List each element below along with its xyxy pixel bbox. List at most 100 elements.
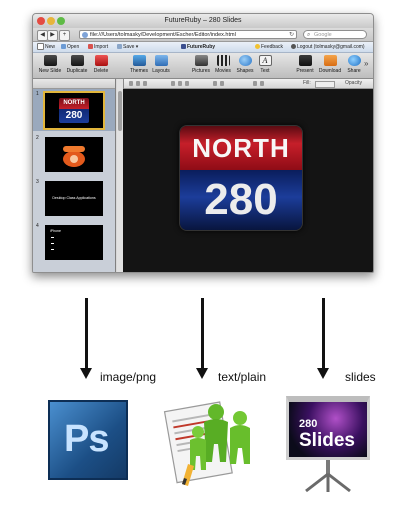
bullet — [51, 237, 54, 238]
menu-feedback-label: Feedback — [261, 44, 283, 50]
user-icon — [291, 44, 296, 50]
text-color-icon[interactable] — [220, 81, 224, 86]
url-text: file:///Users/tolmasky/Development/Esche… — [90, 32, 236, 38]
format-bar: Fill: Opacity — [123, 79, 373, 89]
add-bookmark-button[interactable]: + — [59, 30, 70, 41]
280-slides-app-icon: 280 Slides — [278, 394, 378, 494]
new-document-icon — [37, 43, 44, 51]
share-icon — [347, 55, 361, 66]
text-icon: A — [258, 55, 272, 66]
close-button[interactable] — [37, 17, 45, 25]
north-280-logo: NORTH 280 — [59, 98, 89, 123]
toolbar-overflow-icon[interactable]: » — [364, 59, 368, 68]
film-icon — [216, 55, 230, 66]
screen-stand-icon — [305, 460, 351, 493]
layouts-icon — [154, 55, 168, 66]
address-bar[interactable]: file:///Users/tolmasky/Development/Esche… — [79, 30, 297, 39]
align-right-icon[interactable] — [143, 81, 147, 86]
menu-save-label: Save ▾ — [123, 44, 139, 50]
app-menu-bar: New Open Import Save ▾ FutureRuby Feedba… — [33, 42, 373, 53]
duplicate-icon — [70, 55, 84, 66]
slide-canvas[interactable]: NORTH 280 — [123, 89, 373, 272]
menu-import[interactable]: Import — [88, 42, 108, 52]
shapes-icon — [238, 55, 252, 66]
align-center-icon[interactable] — [136, 81, 140, 86]
navigator-header — [33, 79, 115, 89]
brand-icon — [181, 44, 186, 50]
camera-icon — [194, 55, 208, 66]
thumb-title: Desktop Class Applications — [52, 196, 96, 200]
zoom-button[interactable] — [57, 17, 65, 25]
indent-icon[interactable] — [260, 81, 264, 86]
text-button[interactable]: A Text — [251, 55, 279, 74]
present-label: Present — [296, 68, 314, 74]
menu-feedback[interactable]: Feedback — [255, 42, 283, 52]
output-label-slides: slides — [345, 370, 376, 384]
new-slide-button[interactable]: New Slide — [36, 55, 64, 74]
align-left-icon[interactable] — [129, 81, 133, 86]
download-icon — [323, 55, 337, 66]
slide-preview: Desktop Class Applications — [45, 181, 103, 216]
font-size-icon[interactable] — [213, 81, 217, 86]
slide-preview: iPhone — [45, 225, 103, 260]
slide-thumbnail-4[interactable]: 4 iPhone — [33, 221, 115, 263]
delete-label: Delete — [93, 68, 109, 74]
menu-logout-label: Logout (tolmasky@gmail.com) — [297, 44, 365, 50]
slide-thumbnail-2[interactable]: 2 — [33, 133, 115, 175]
forward-button[interactable]: ▶ — [47, 30, 58, 41]
present-button[interactable]: Present — [291, 55, 319, 74]
layouts-button[interactable]: Layouts — [147, 55, 175, 74]
scroll-knob[interactable] — [118, 91, 122, 131]
fill-label: Fill: — [303, 80, 311, 86]
slide-thumbnail-1[interactable]: 1 NORTH 280 — [33, 89, 115, 131]
import-icon — [88, 44, 93, 50]
output-label-text: text/plain — [218, 370, 267, 384]
bold-icon[interactable] — [171, 81, 175, 86]
menu-open[interactable]: Open — [61, 42, 79, 52]
arrow-shaft-text — [201, 298, 204, 368]
back-arrow-icon: ◀ — [40, 32, 45, 38]
text-document-people-icon — [163, 401, 250, 486]
bullet — [51, 243, 54, 244]
download-label: Download — [318, 68, 342, 74]
movies-label: Movies — [215, 68, 231, 74]
minimize-button[interactable] — [47, 17, 55, 25]
menu-open-label: Open — [67, 44, 80, 50]
slide-number: 4 — [36, 223, 39, 229]
title-bar: FutureRuby – 280 Slides — [33, 14, 373, 28]
disk-icon — [117, 44, 122, 50]
slide-preview: NORTH 280 — [43, 91, 105, 130]
thumb-line1: NORTH — [59, 98, 89, 109]
lightbulb-icon — [255, 44, 260, 50]
slide-preview — [45, 137, 103, 172]
slide-thumbnail-3[interactable]: 3 Desktop Class Applications — [33, 177, 115, 219]
window-title: FutureRuby – 280 Slides — [164, 17, 242, 24]
themes-label: Themes — [129, 68, 149, 74]
italic-icon[interactable] — [178, 81, 182, 86]
layouts-label: Layouts — [152, 68, 170, 74]
photoshop-icon: Ps — [48, 400, 128, 480]
delete-icon — [94, 55, 108, 66]
north-280-logo[interactable]: NORTH 280 — [179, 125, 303, 231]
fill-swatch[interactable] — [315, 81, 335, 88]
slide-number: 2 — [36, 135, 39, 141]
arrow-shaft-slides — [322, 298, 325, 368]
underline-icon[interactable] — [185, 81, 189, 86]
search-placeholder: Google — [314, 32, 332, 38]
list-icon[interactable] — [253, 81, 257, 86]
menu-new[interactable]: New — [37, 42, 55, 52]
thumb-title: iPhone — [50, 229, 61, 233]
duplicate-label: Duplicate — [66, 68, 88, 74]
pictures-label: Pictures — [191, 68, 211, 74]
navigation-bar: ◀ ▶ + file:///Users/tolmasky/Development… — [33, 28, 373, 42]
delete-button[interactable]: Delete — [87, 55, 115, 74]
output-label-png: image/png — [100, 370, 157, 384]
menu-save[interactable]: Save ▾ — [117, 42, 138, 52]
menu-new-label: New — [45, 44, 56, 50]
reload-icon[interactable]: ↻ — [289, 31, 294, 40]
arrow-head-slides — [317, 368, 329, 379]
arrow-head-text — [196, 368, 208, 379]
logo-line1: NORTH — [180, 126, 302, 170]
menu-logout[interactable]: Logout (tolmasky@gmail.com) — [291, 42, 365, 52]
search-field[interactable]: ⌕ Google — [303, 30, 367, 39]
